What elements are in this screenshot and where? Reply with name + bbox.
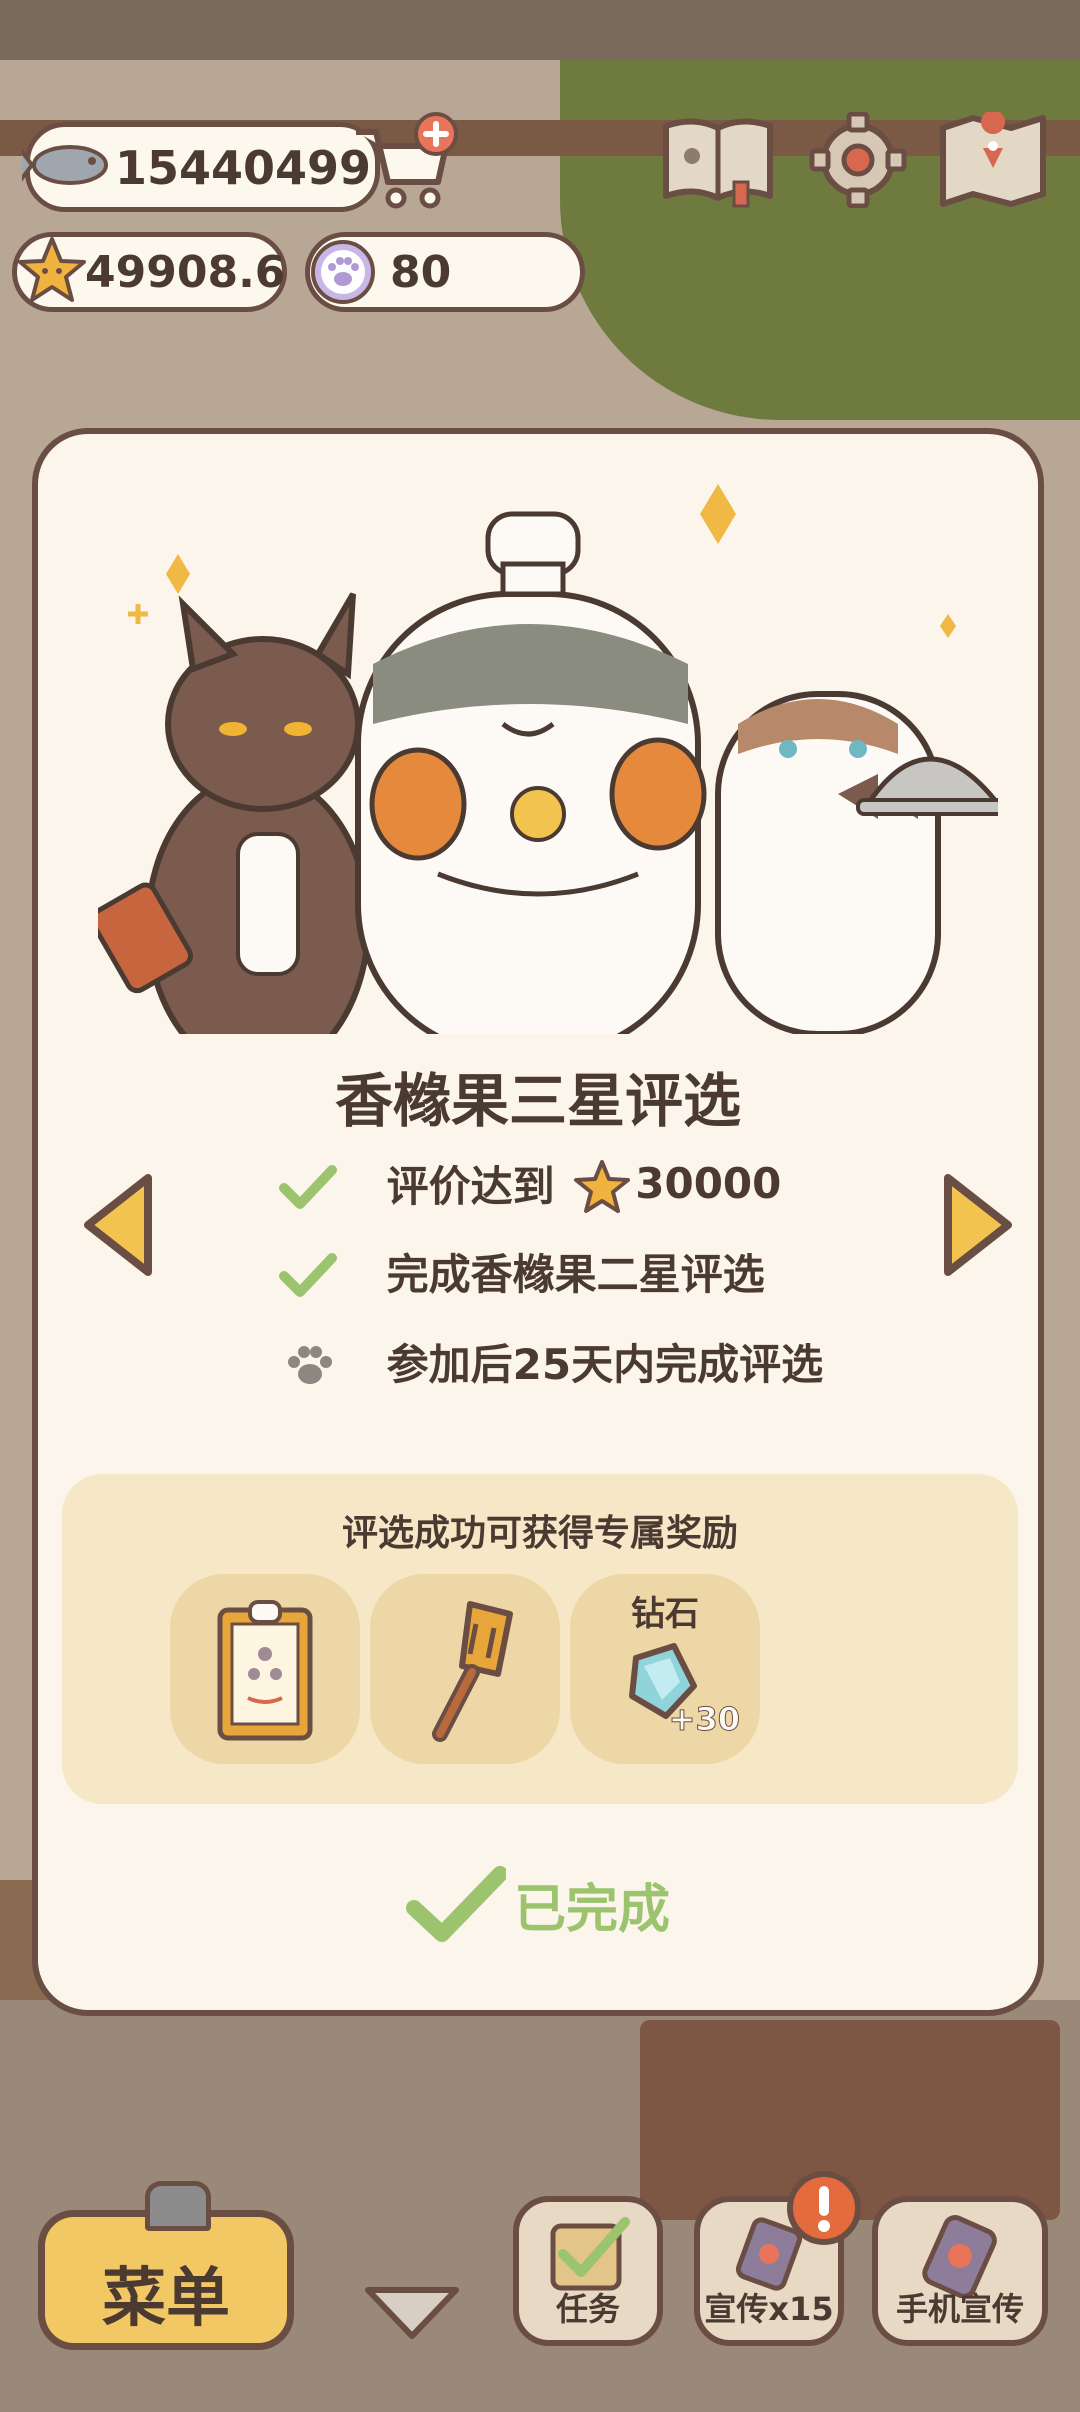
review-title: 香橼果三星评选 [334, 1067, 741, 1135]
reward-panel: 评选成功可获得专属奖励 钻石 +30 [62, 1474, 1018, 1804]
star-rating-icon [574, 1159, 631, 1213]
reward-certificate[interactable] [170, 1574, 360, 1764]
shop-cart-plus-icon[interactable] [350, 112, 460, 212]
recipe-book-icon[interactable] [660, 112, 776, 208]
alert-badge-icon [787, 2171, 861, 2245]
paw-bullet-icon [288, 1345, 332, 1384]
promotion-label: 宣传x15 [704, 2290, 834, 2328]
next-arrow-icon[interactable] [938, 1170, 1018, 1280]
condition-text: 评价达到 [386, 1161, 555, 1211]
check-icon [279, 1252, 337, 1297]
paw-token-icon [311, 240, 375, 304]
prev-arrow-icon[interactable] [78, 1170, 158, 1280]
clipboard-clip-icon [145, 2181, 211, 2231]
task-checklist-icon [550, 2217, 630, 2291]
condition-text: 参加后25天内完成评选 [386, 1339, 824, 1389]
spatula-icon [432, 1601, 513, 1742]
settings-gear-icon[interactable] [800, 112, 916, 208]
menu-label: 菜单 [102, 2262, 230, 2336]
fish-count: 15440499 [115, 141, 372, 195]
fish-icon [22, 145, 108, 185]
chef-cats-illustration [98, 484, 998, 1034]
map-icon[interactable] [935, 112, 1051, 208]
certificate-icon [217, 1600, 313, 1741]
menu-button[interactable]: 菜单 [38, 2181, 294, 2350]
check-icon [279, 1164, 337, 1209]
condition-rating: 评价达到 30000 [278, 1154, 781, 1214]
tasks-label: 任务 [555, 2290, 620, 2328]
paw-token-counter: 80 [305, 232, 585, 312]
fish-currency-counter[interactable]: 15440499 [22, 122, 380, 212]
completed-status: 已完成 [38, 1864, 1038, 1954]
collapse-down-icon[interactable] [362, 2282, 462, 2342]
reward-title: 评选成功可获得专属奖励 [341, 1513, 738, 1554]
wall-top [0, 0, 1080, 60]
phone-promotion-button[interactable]: 手机宣传 [872, 2196, 1048, 2346]
condition-text: 完成香橼果二星评选 [386, 1249, 765, 1299]
condition-previous-review: 完成香橼果二星评选 [278, 1242, 765, 1302]
tasks-button[interactable]: 任务 [513, 2196, 663, 2346]
condition-star-value: 30000 [635, 1159, 782, 1208]
star-rating-value: 49908.6 [85, 247, 286, 298]
star-rating-icon [18, 237, 86, 302]
phone-promotion-label: 手机宣传 [895, 2290, 1024, 2328]
check-icon [405, 1866, 506, 1942]
reward-diamond-qty: +30 [668, 1700, 740, 1739]
star-rating-counter: 49908.6 [12, 232, 287, 312]
reward-diamond[interactable]: 钻石 +30 [570, 1574, 760, 1764]
three-star-review-dialog: 香橼果三星评选 评价达到 30000 完成香橼果二星评选 参加后25天内完成评选… [32, 428, 1044, 2016]
paw-token-value: 80 [390, 247, 452, 298]
condition-time-limit: 参加后25天内完成评选 [278, 1332, 823, 1392]
reward-spatula[interactable] [370, 1574, 560, 1764]
completed-label: 已完成 [513, 1879, 670, 1940]
